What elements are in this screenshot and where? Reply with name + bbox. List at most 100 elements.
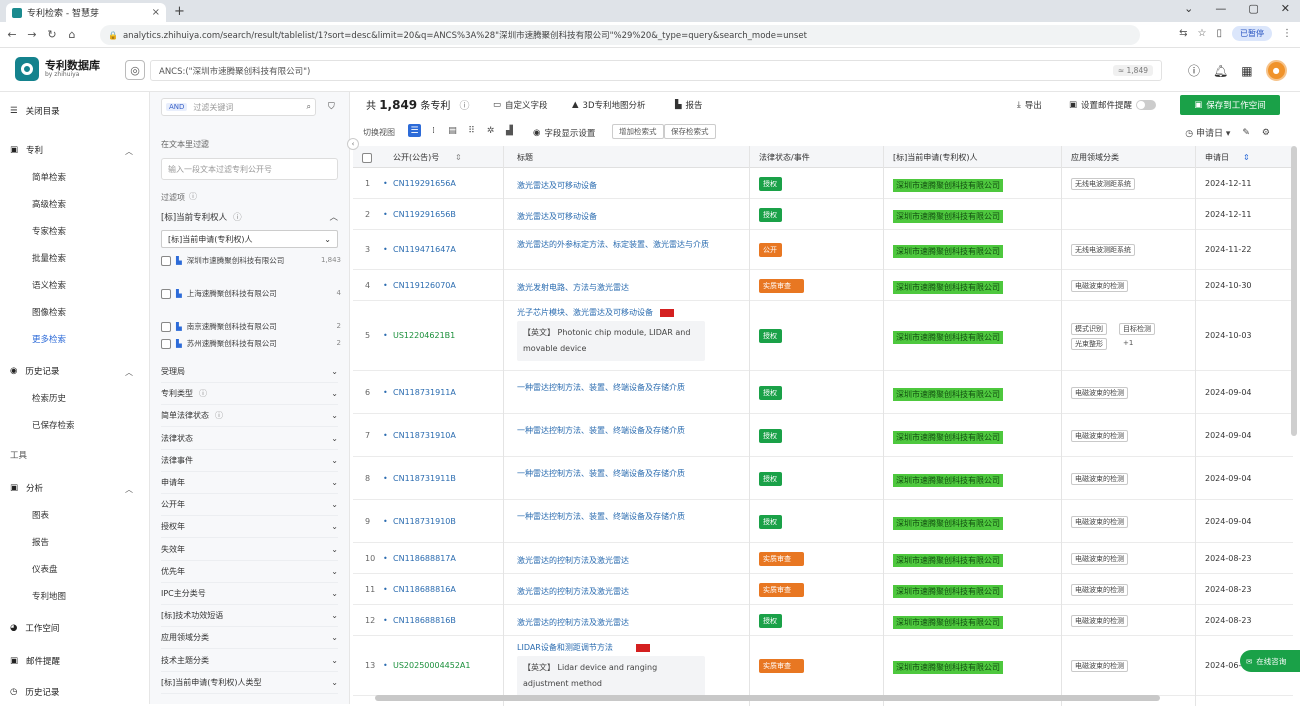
table-view-icon[interactable]: ☰ — [408, 124, 421, 137]
filter-row[interactable]: 申请年 ⌄ — [161, 472, 338, 494]
patent-number-link[interactable]: CN118731911A — [393, 388, 456, 397]
assignee-link[interactable]: 深圳市速腾聚创科技有限公司 — [893, 516, 1003, 530]
patent-title-link[interactable]: 激光雷达及可移动设备 — [517, 210, 713, 223]
analysis-3d-button[interactable]: ▲ 3D专利地图分析 — [572, 99, 646, 111]
domain-tag[interactable]: 电磁波束的检测 — [1071, 386, 1128, 399]
patent-number-link[interactable]: US20250004452A1 — [393, 661, 470, 670]
checkbox[interactable] — [161, 256, 171, 266]
sidebar-item-report[interactable]: 报告 — [32, 536, 49, 548]
filter-row[interactable]: 专利类型 ⓘ ⌄ — [161, 383, 338, 406]
domain-tag[interactable]: 目标检测 — [1119, 323, 1155, 335]
assignee-link[interactable]: 深圳市速腾聚创科技有限公司 — [893, 387, 1003, 401]
domain-tag[interactable]: 电磁波束的检测 — [1071, 583, 1128, 596]
sidebar-toggle[interactable]: ☰ 关闭目录 — [10, 105, 60, 117]
sidebar-item-more-search[interactable]: 更多检索 — [32, 333, 66, 345]
app-logo[interactable]: 专利数据库 by zhihuiya — [15, 57, 100, 81]
filter-row[interactable]: 法律事件 ⌄ — [161, 450, 338, 472]
patent-title-link[interactable]: 激光雷达的控制方法及激光雷达 — [517, 554, 713, 567]
patent-number-link[interactable]: CN119471647A — [393, 245, 456, 254]
patent-number-link[interactable]: CN119291656A — [393, 179, 456, 188]
sidebar-section-history[interactable]: ◉ 历史记录 — [10, 365, 59, 377]
sidebar-item-semantic-search[interactable]: 语义检索 — [32, 279, 66, 291]
forward-icon[interactable]: → — [24, 28, 40, 41]
assignee-link[interactable]: 深圳市速腾聚创科技有限公司 — [893, 473, 1003, 487]
table-row[interactable]: 9 • CN118731910B 一种雷达控制方法、装置、终端设备及存储介质 授权 深圳市… — [353, 500, 1293, 543]
filter-row[interactable]: 应用领域分类 ⌄ — [161, 627, 338, 650]
export-button[interactable]: ⤓ 导出 — [1017, 99, 1042, 111]
alert-toggle-switch[interactable] — [1136, 100, 1157, 110]
header-pn[interactable]: 公开(公告)号 — [393, 146, 439, 168]
domain-tag[interactable]: 电磁波束的检测 — [1071, 429, 1128, 442]
tab-close-icon[interactable]: × — [152, 7, 160, 18]
patent-number-link[interactable]: CN118688816B — [393, 616, 456, 625]
table-row[interactable]: 8 • CN118731911B 一种雷达控制方法、装置、终端设备及存储介质 授权 深圳市… — [353, 457, 1293, 500]
online-chat-button[interactable]: ✉ 在线咨询 — [1240, 650, 1300, 672]
search-icon[interactable]: ⌕ — [307, 102, 311, 112]
sidebar-section-analysis[interactable]: ▣ 分析 — [10, 482, 43, 494]
sidebar-item-batch-search[interactable]: 批量检索 — [32, 252, 66, 264]
database-scope-icon[interactable]: ◎ — [125, 60, 145, 80]
header-date[interactable]: 申请日 — [1205, 146, 1229, 168]
domain-tag[interactable]: 无线电波测距系统 — [1071, 177, 1135, 190]
domain-tag[interactable]: 电磁波束的检测 — [1071, 472, 1128, 485]
menu-dots-icon[interactable]: ⋮ — [1282, 28, 1292, 39]
save-query-button[interactable]: 保存检索式 — [664, 124, 716, 139]
patent-number-link[interactable]: US12204621B1 — [393, 331, 455, 340]
apps-grid-icon[interactable]: ▦ — [1241, 64, 1252, 78]
domain-tag[interactable]: 无线电波测距系统 — [1071, 244, 1135, 256]
patent-title-link[interactable]: LIDAR设备和测距调节方法 — [517, 641, 713, 654]
header-status[interactable]: 法律状态/事件 — [759, 146, 810, 168]
add-query-button[interactable]: 增加检索式 — [612, 124, 664, 139]
assignee-option[interactable]: ▙ 深圳市速腾聚创科技有限公司 1,843 — [161, 255, 341, 266]
patent-number-link[interactable]: CN118688816A — [393, 585, 456, 594]
assignee-link[interactable]: 深圳市速腾聚创科技有限公司 — [893, 661, 1003, 674]
query-display[interactable]: ANCS:("深圳市速腾聚创科技有限公司") ≈ 1,849 — [150, 60, 1162, 81]
patent-title-link[interactable]: 一种雷达控制方法、装置、终端设备及存储介质 — [517, 510, 713, 523]
table-row[interactable]: 3 • CN119471647A 激光雷达的外参标定方法、标定装置、激光雷达与介质 公开… — [353, 230, 1293, 270]
home-icon[interactable]: ⌂ — [64, 28, 80, 41]
assignee-option[interactable]: ▙ 南京速腾聚创科技有限公司 2 — [161, 321, 341, 332]
table-row[interactable]: 4 • CN119126070A 激光发射电路、方法与激光雷达 实质审查 深圳市速腾聚创科… — [353, 270, 1293, 301]
save-to-workspace-button[interactable]: ▣ 保存到工作空间 — [1180, 95, 1280, 115]
more-tags[interactable]: +1 — [1123, 339, 1133, 347]
assignee-link[interactable]: 深圳市速腾聚创科技有限公司 — [893, 178, 1003, 192]
image-view-icon[interactable]: ✲ — [484, 124, 497, 137]
sidebar-item-dashboard[interactable]: 仪表盘 — [32, 563, 58, 575]
chevron-up-icon[interactable]: ︿ — [125, 367, 133, 378]
patent-number-link[interactable]: CN118731910B — [393, 517, 456, 526]
filter-row[interactable]: 受理局 ⌄ — [161, 361, 338, 383]
translate-icon[interactable]: ⇆ — [1179, 28, 1187, 39]
header-domain[interactable]: 应用领域分类 — [1071, 146, 1119, 168]
sidebar-history-record[interactable]: ◷ 历史记录 — [10, 686, 59, 698]
bookmark-star-icon[interactable]: ☆ — [1198, 28, 1207, 39]
patent-number-link[interactable]: CN118688817A — [393, 554, 456, 563]
checkbox[interactable] — [161, 322, 171, 332]
assignee-type-select[interactable]: [标]当前申请(专利权)人 ⌄ — [161, 230, 338, 248]
assignee-option[interactable]: ▙ 苏州速腾聚创科技有限公司 2 — [161, 338, 341, 349]
sort-icon[interactable]: ⇕ — [1243, 146, 1250, 168]
tab-search-icon[interactable]: ⌄ — [1184, 2, 1193, 15]
browser-tab[interactable]: 专利检索 - 智慧芽 × — [6, 3, 166, 22]
table-row[interactable]: 13 • US20250004452A1 LIDAR设备和测距调节方法 【英文】 Lid… — [353, 636, 1293, 696]
patent-title-link[interactable]: 激光发射电路、方法与激光雷达 — [517, 281, 713, 294]
assignee-link[interactable]: 深圳市速腾聚创科技有限公司 — [893, 615, 1003, 629]
patent-number-link[interactable]: CN119291656B — [393, 210, 456, 219]
email-alert-toggle[interactable]: ▣ 设置邮件提醒 — [1069, 99, 1157, 111]
close-window-button[interactable]: ✕ — [1281, 2, 1290, 15]
sidebar-item-advanced-search[interactable]: 高级检索 — [32, 198, 66, 210]
sort-icon[interactable]: ⇕ — [455, 146, 462, 168]
bell-icon[interactable]: 🔔︎ — [1213, 64, 1228, 78]
table-row[interactable]: 2 • CN119291656B 激光雷达及可移动设备 授权 深圳市速腾聚创科技有限公司 2… — [353, 199, 1293, 230]
assignee-link[interactable]: 深圳市速腾聚创科技有限公司 — [893, 553, 1003, 567]
sort-dropdown[interactable]: ◷ 申请日 ▾ — [1185, 126, 1230, 139]
domain-tag[interactable]: 电磁波束的检测 — [1071, 660, 1128, 672]
filter-row[interactable]: 授权年 ⌄ — [161, 516, 338, 539]
sidebar-item-patent-map[interactable]: 专利地图 — [32, 590, 66, 602]
filter-funnel-icon[interactable]: ⛉ — [328, 102, 335, 112]
patent-title-link[interactable]: 一种雷达控制方法、装置、终端设备及存储介质 — [517, 467, 713, 480]
domain-tag[interactable]: 光束整形 — [1071, 338, 1107, 350]
collapse-panel-button[interactable]: ‹ — [347, 138, 359, 150]
header-assignee[interactable]: [标]当前申请(专利权)人 — [893, 146, 977, 168]
header-title[interactable]: 标题 — [517, 146, 533, 168]
report-button[interactable]: ▙ 报告 — [675, 99, 703, 111]
